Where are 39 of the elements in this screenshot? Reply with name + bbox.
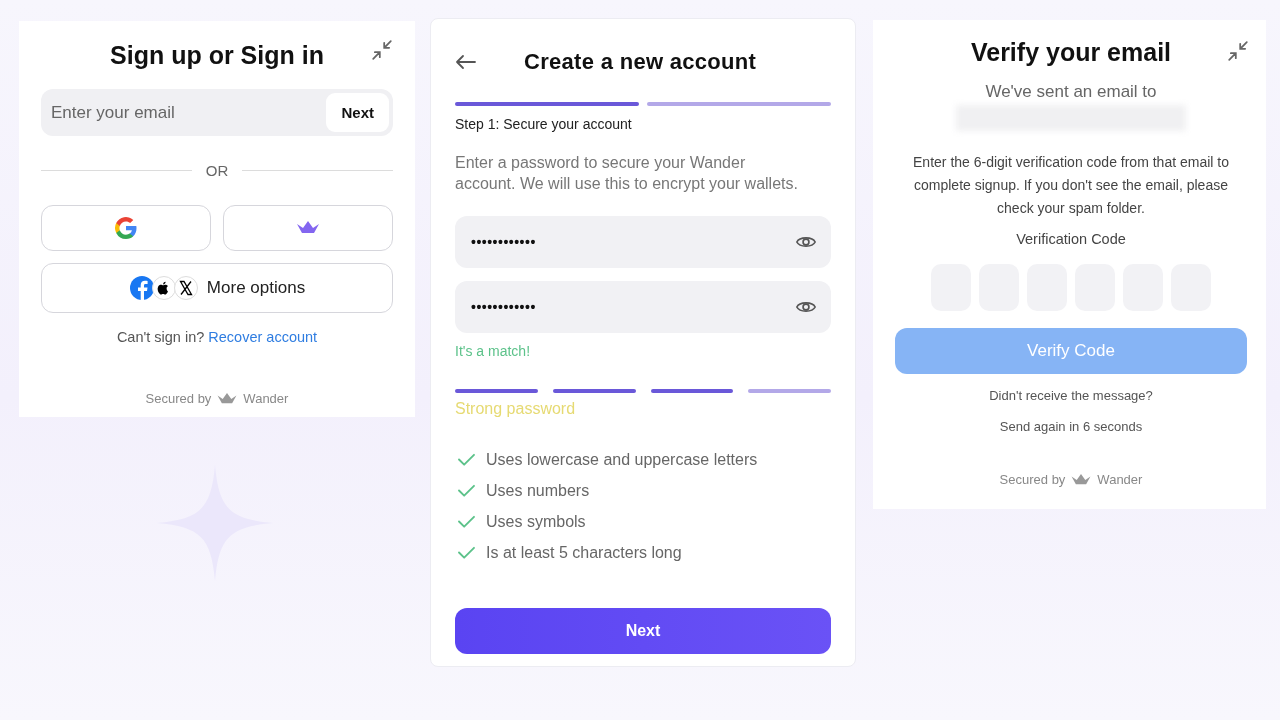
next-button[interactable]: Next (326, 93, 389, 132)
requirement-text: Uses lowercase and uppercase letters (486, 450, 758, 469)
wander-logo-icon (1070, 473, 1093, 486)
subtitle-text: We've sent an email to (984, 82, 1158, 102)
card-title: Sign up or Sign in (110, 40, 324, 71)
requirement-text: Uses numbers (486, 481, 590, 500)
wander-logo-icon (216, 392, 239, 405)
recover-prompt: Can't sign in? (116, 329, 205, 345)
description-text: Enter a password to secure your Wander account. We will use this to encrypt your wallets. (455, 153, 799, 194)
brand-name: Wander (1097, 472, 1143, 487)
google-icon (114, 216, 138, 240)
match-message: It's a match! (455, 343, 532, 359)
more-options-button[interactable]: More options (41, 263, 393, 313)
code-label: Verification Code (1015, 231, 1127, 247)
secured-by-text: Secured by (999, 472, 1066, 487)
social-icons (128, 275, 199, 301)
collapse-icon[interactable] (1227, 40, 1249, 62)
card-title: Verify your email (970, 37, 1172, 68)
password-field[interactable]: •••••••••••• (455, 216, 831, 268)
divider-label: OR (205, 162, 229, 179)
card-title: Create a new account (524, 48, 757, 76)
crown-icon (296, 221, 320, 235)
brand-name: Wander (243, 391, 289, 406)
step-label: Step 1: Secure your account (455, 116, 633, 132)
email-field[interactable]: Enter your email Next (41, 89, 393, 136)
instructions-text: Enter the 6-digit verification code from that email to complete signup. If you don't see the email, please check your spam folder. (912, 153, 1230, 218)
back-arrow-icon[interactable] (455, 54, 477, 70)
secured-by-text: Secured by (145, 391, 212, 406)
requirement-text: Uses symbols (486, 512, 586, 531)
google-sign-in-button[interactable] (41, 205, 211, 251)
strength-label: Strong password (455, 400, 577, 418)
requirement-text: Is at least 5 characters long (486, 543, 682, 562)
password-field[interactable]: •••••••••••• (455, 281, 831, 333)
wander-sign-in-button[interactable] (223, 205, 393, 251)
next-button[interactable]: Next (455, 608, 831, 654)
resend-prompt: Didn't receive the message? (988, 388, 1154, 403)
collapse-icon[interactable] (371, 39, 393, 61)
recover-account-link[interactable]: Recover account (208, 329, 318, 345)
resend-timer: Send again in 6 seconds (998, 419, 1144, 434)
